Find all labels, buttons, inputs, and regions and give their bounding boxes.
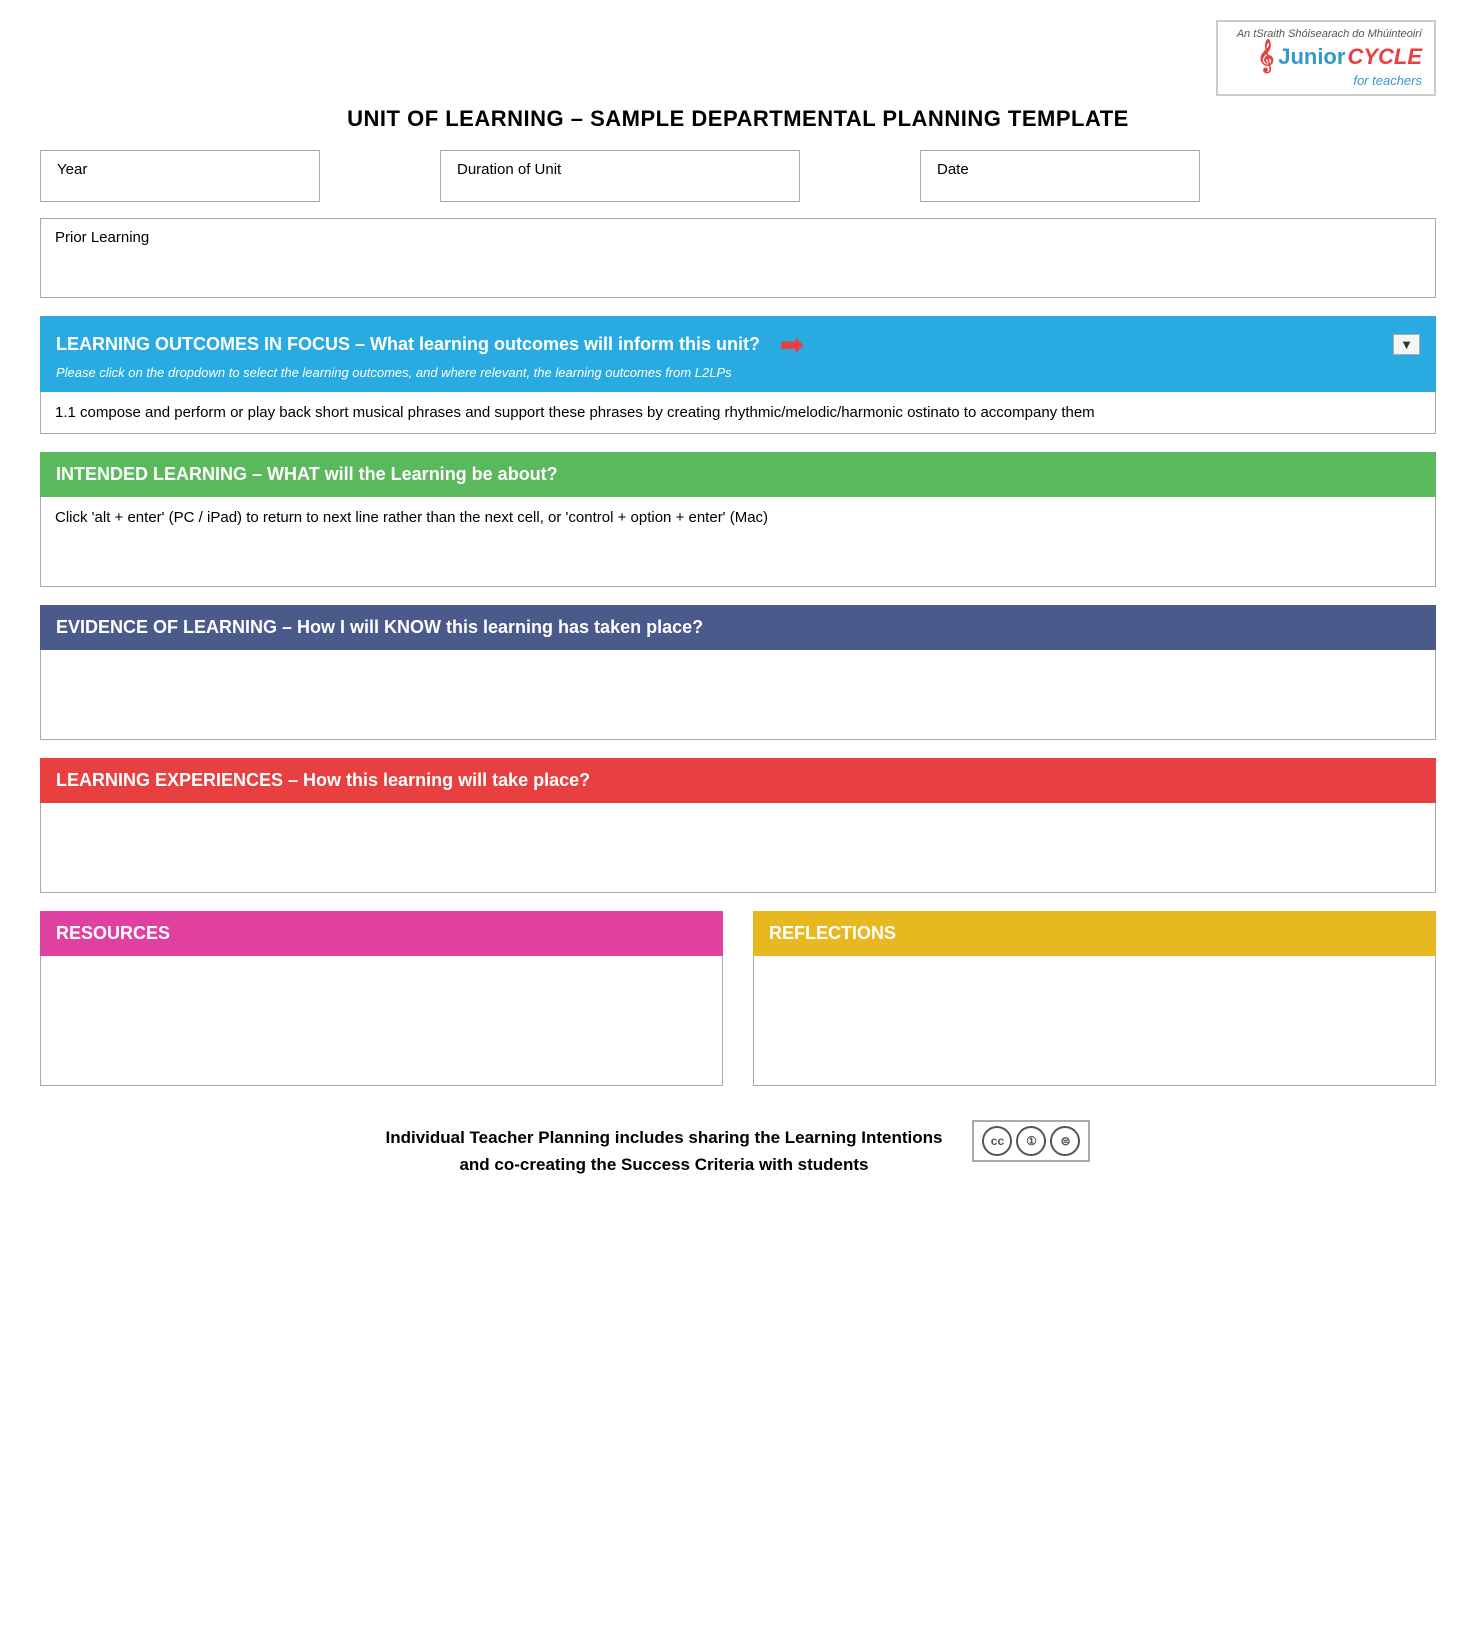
prior-learning-label: Prior Learning: [55, 229, 149, 246]
intended-learning-section: INTENDED LEARNING – WHAT will the Learni…: [40, 452, 1436, 587]
intended-learning-title: INTENDED LEARNING – WHAT will the Learni…: [56, 464, 558, 485]
learning-outcomes-header-row: LEARNING OUTCOMES IN FOCUS – What learni…: [56, 328, 1420, 361]
learning-outcomes-section: LEARNING OUTCOMES IN FOCUS – What learni…: [40, 316, 1436, 434]
intended-learning-text: Click 'alt + enter' (PC / iPad) to retur…: [55, 509, 768, 526]
resources-content[interactable]: [40, 956, 723, 1086]
prior-learning-box[interactable]: Prior Learning: [40, 218, 1436, 298]
two-col-section: RESOURCES REFLECTIONS: [40, 911, 1436, 1086]
learning-outcomes-text: 1.1 compose and perform or play back sho…: [55, 404, 1095, 421]
evidence-of-learning-title: EVIDENCE OF LEARNING – How I will KNOW t…: [56, 617, 703, 638]
logo-area: An tSraith Shóisearach do Mhúinteoirí 𝄞 …: [40, 20, 1436, 96]
cc-circle-icon: ①: [1016, 1126, 1046, 1156]
learning-experiences-section: LEARNING EXPERIENCES – How this learning…: [40, 758, 1436, 893]
footer-line1: Individual Teacher Planning includes sha…: [386, 1124, 943, 1151]
clef-icon: 𝄞: [1258, 40, 1275, 73]
logo-box: An tSraith Shóisearach do Mhúinteoirí 𝄞 …: [1216, 20, 1436, 96]
date-label: Date: [937, 161, 969, 178]
evidence-of-learning-header: EVIDENCE OF LEARNING – How I will KNOW t…: [40, 605, 1436, 650]
year-field[interactable]: Year: [40, 150, 320, 202]
logo-cycle: CYCLE: [1347, 44, 1422, 70]
resources-section: RESOURCES: [40, 911, 723, 1086]
duration-field[interactable]: Duration of Unit: [440, 150, 800, 202]
cc-nc-icon: ⊜: [1050, 1126, 1080, 1156]
year-label: Year: [57, 161, 87, 178]
footer: Individual Teacher Planning includes sha…: [40, 1104, 1436, 1178]
learning-outcomes-title: LEARNING OUTCOMES IN FOCUS – What learni…: [56, 334, 760, 355]
learning-experiences-title: LEARNING EXPERIENCES – How this learning…: [56, 770, 590, 791]
evidence-of-learning-content[interactable]: [40, 650, 1436, 740]
footer-text: Individual Teacher Planning includes sha…: [386, 1124, 943, 1178]
evidence-of-learning-section: EVIDENCE OF LEARNING – How I will KNOW t…: [40, 605, 1436, 740]
duration-label: Duration of Unit: [457, 161, 561, 178]
logo-main: 𝄞 Junior CYCLE: [1258, 40, 1422, 73]
resources-title: RESOURCES: [56, 923, 170, 944]
footer-line2: and co-creating the Success Criteria wit…: [386, 1151, 943, 1178]
reflections-section: REFLECTIONS: [753, 911, 1436, 1086]
resources-header: RESOURCES: [40, 911, 723, 956]
top-fields: Year Duration of Unit Date: [40, 150, 1436, 202]
reflections-header: REFLECTIONS: [753, 911, 1436, 956]
learning-experiences-content[interactable]: [40, 803, 1436, 893]
learning-outcomes-header: LEARNING OUTCOMES IN FOCUS – What learni…: [40, 316, 1436, 392]
intended-learning-content[interactable]: Click 'alt + enter' (PC / iPad) to retur…: [40, 497, 1436, 587]
learning-outcomes-content: 1.1 compose and perform or play back sho…: [40, 392, 1436, 434]
cc-by-icon: cc: [982, 1126, 1012, 1156]
date-field[interactable]: Date: [920, 150, 1200, 202]
logo-for-teachers: for teachers: [1353, 73, 1422, 88]
intended-learning-header: INTENDED LEARNING – WHAT will the Learni…: [40, 452, 1436, 497]
logo-junior: Junior: [1278, 44, 1345, 70]
reflections-title: REFLECTIONS: [769, 923, 896, 944]
cc-icons: cc ① ⊜: [972, 1120, 1090, 1162]
arrow-icon: ➡: [780, 328, 803, 361]
dropdown-icon[interactable]: ▼: [1393, 334, 1420, 355]
learning-experiences-header: LEARNING EXPERIENCES – How this learning…: [40, 758, 1436, 803]
learning-outcomes-subtext: Please click on the dropdown to select t…: [56, 365, 732, 380]
logo-small-text: An tSraith Shóisearach do Mhúinteoirí: [1237, 28, 1422, 40]
reflections-content[interactable]: [753, 956, 1436, 1086]
page-title: UNIT OF LEARNING – SAMPLE DEPARTMENTAL P…: [40, 106, 1436, 132]
learning-outcomes-title-row: LEARNING OUTCOMES IN FOCUS – What learni…: [56, 328, 804, 361]
